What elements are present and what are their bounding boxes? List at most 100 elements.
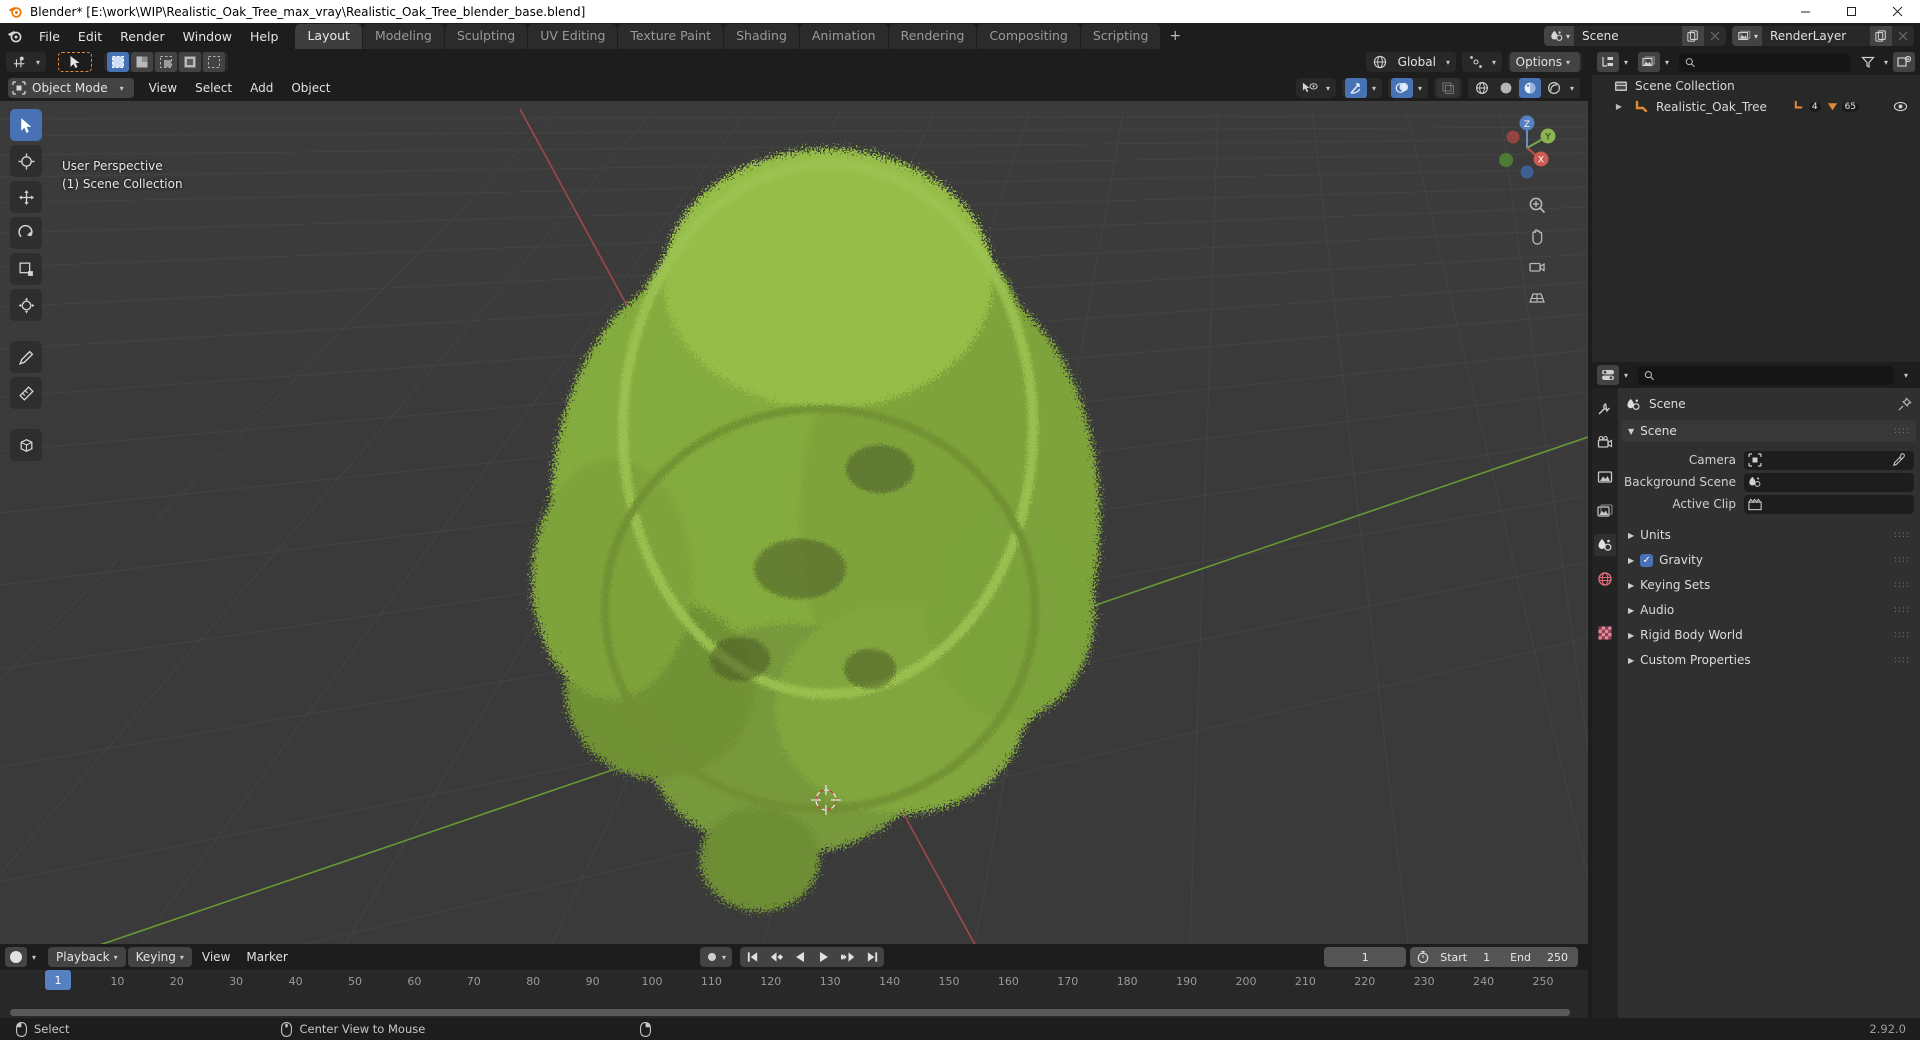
select-mode-group[interactable]: [104, 52, 229, 72]
tab-output[interactable]: [1594, 466, 1616, 488]
tab-texture-paint[interactable]: Texture Paint: [618, 23, 724, 49]
select-invert-icon[interactable]: [179, 52, 202, 72]
scene-selector[interactable]: ▾ Scene: [1543, 26, 1726, 46]
current-frame-field[interactable]: 1: [1324, 947, 1407, 967]
menu-file[interactable]: File: [30, 26, 69, 47]
gizmo-toggle-group[interactable]: ▾: [1341, 78, 1382, 98]
panel-gravity[interactable]: ▶ ✓ Gravity ::::: [1622, 549, 1916, 571]
tab-scene[interactable]: [1594, 534, 1616, 556]
snap-icon[interactable]: [9, 52, 31, 72]
solid-shading-icon[interactable]: [1495, 78, 1517, 98]
timeline-menu-marker[interactable]: Marker: [238, 947, 295, 967]
tab-world[interactable]: [1594, 568, 1616, 590]
tab-texture[interactable]: [1594, 622, 1616, 644]
eyedropper-icon[interactable]: [1892, 453, 1910, 467]
viewport-menu-add[interactable]: Add: [241, 78, 282, 98]
xray-icon[interactable]: [1436, 78, 1459, 98]
new-viewlayer-button[interactable]: [1870, 26, 1892, 46]
gizmo-chevron-down-icon[interactable]: ▾: [1368, 84, 1380, 93]
viewport-menu-select[interactable]: Select: [186, 78, 241, 98]
tab-layout[interactable]: Layout: [295, 23, 362, 49]
tab-shading[interactable]: Shading: [724, 23, 799, 49]
unlink-scene-button[interactable]: [1703, 26, 1726, 46]
timeline-ruler[interactable]: 10 20 30 40 50 60 70 80 90 100 110 120 130 140 150 160 1…: [0, 970, 1588, 996]
panel-rigid-body-world[interactable]: ▶ Rigid Body World ::::: [1622, 624, 1916, 646]
properties-type-chevron-down-icon[interactable]: ▾: [1620, 371, 1632, 380]
tab-scripting[interactable]: Scripting: [1080, 23, 1161, 49]
timeline-scroll-thumb[interactable]: [10, 1008, 1570, 1016]
timeline-menu-view[interactable]: View: [194, 947, 238, 967]
play-reverse-button[interactable]: [788, 947, 812, 967]
active-tool-indicator[interactable]: [58, 52, 93, 72]
toggle-perspective-icon[interactable]: [1526, 287, 1548, 309]
tool-add-cube[interactable]: [10, 429, 42, 461]
snap-settings-group[interactable]: ▾: [6, 52, 47, 72]
visibility-selector[interactable]: ▾: [1295, 78, 1336, 98]
outliner-display-mode-icon[interactable]: [1638, 52, 1661, 72]
tab-tool[interactable]: [1594, 398, 1616, 420]
select-box-icon[interactable]: [107, 52, 130, 72]
material-preview-shading-icon[interactable]: [1518, 78, 1541, 98]
timeline-editor-type-icon[interactable]: [5, 947, 27, 967]
properties-search-input[interactable]: [1654, 368, 1888, 382]
active-clip-field[interactable]: [1744, 494, 1914, 514]
keying-menu[interactable]: Keying ▾: [127, 947, 192, 967]
maximize-button[interactable]: [1828, 0, 1874, 23]
select-subtract-icon[interactable]: [155, 52, 178, 72]
jump-to-end-button[interactable]: [860, 947, 884, 967]
display-mode-chevron-down-icon[interactable]: ▾: [1661, 58, 1673, 67]
transform-orientation-selector[interactable]: Global ▾: [1365, 52, 1456, 72]
tab-render[interactable]: [1594, 432, 1616, 454]
viewport-menu-object[interactable]: Object: [282, 78, 339, 98]
camera-view-icon[interactable]: [1526, 256, 1548, 278]
tab-view-layer[interactable]: [1594, 500, 1616, 522]
select-intersect-icon[interactable]: [203, 52, 226, 72]
editor-type-chevron-down-icon[interactable]: ▾: [1620, 58, 1632, 67]
timeline-type-chevron-down-icon[interactable]: ▾: [28, 953, 40, 962]
tab-uv-editing[interactable]: UV Editing: [528, 23, 618, 49]
close-button[interactable]: [1874, 0, 1920, 23]
end-frame-field[interactable]: End 250: [1500, 951, 1578, 964]
tool-cursor[interactable]: [10, 145, 42, 177]
camera-field[interactable]: [1744, 450, 1914, 470]
tool-tweak[interactable]: [10, 109, 42, 141]
tab-rendering[interactable]: Rendering: [888, 23, 977, 49]
panel-keying-sets[interactable]: ▶ Keying Sets ::::: [1622, 574, 1916, 596]
scene-panel-header[interactable]: ▼ Scene ::::: [1622, 420, 1916, 442]
properties-editor-type-icon[interactable]: [1597, 365, 1619, 385]
gravity-checkbox[interactable]: ✓: [1640, 553, 1654, 567]
outliner-search-field[interactable]: [1679, 52, 1850, 72]
new-scene-button[interactable]: [1681, 26, 1704, 46]
blender-menu-icon[interactable]: [0, 28, 30, 44]
tab-modeling[interactable]: Modeling: [362, 23, 444, 49]
outliner-row-scene-collection[interactable]: Scene Collection: [1592, 75, 1920, 96]
overlays-group[interactable]: ▾: [1387, 78, 1428, 98]
viewport-options-button[interactable]: Options ▾: [1509, 52, 1580, 72]
tool-annotate[interactable]: [10, 341, 42, 373]
panel-audio[interactable]: ▶ Audio ::::: [1622, 599, 1916, 621]
pin-icon[interactable]: [1897, 396, 1912, 412]
snap-chevron-down-icon[interactable]: ▾: [32, 58, 44, 67]
tool-rotate[interactable]: [10, 217, 42, 249]
use-preview-range-icon[interactable]: [1410, 950, 1430, 964]
tab-compositing[interactable]: Compositing: [977, 23, 1080, 49]
next-keyframe-button[interactable]: [836, 947, 860, 967]
eye-cursor-icon[interactable]: [1299, 78, 1321, 98]
pivot-chevron-down-icon[interactable]: ▾: [1488, 58, 1500, 67]
viewlayer-selector[interactable]: ▾ RenderLayer: [1731, 26, 1914, 46]
filter-icon[interactable]: [1857, 52, 1879, 72]
tool-measure[interactable]: [10, 377, 42, 409]
wireframe-shading-icon[interactable]: [1471, 78, 1493, 98]
orientation-chevron-down-icon[interactable]: ▾: [1442, 58, 1454, 67]
visibility-eye-icon[interactable]: [1893, 99, 1920, 114]
tool-transform[interactable]: [10, 289, 42, 321]
timeline-playhead[interactable]: 1: [45, 970, 71, 990]
menu-window[interactable]: Window: [174, 26, 241, 47]
select-extend-icon[interactable]: [131, 52, 154, 72]
xray-toggle[interactable]: [1433, 78, 1462, 98]
rendered-shading-icon[interactable]: [1543, 78, 1565, 98]
add-workspace-button[interactable]: +: [1161, 24, 1189, 48]
panel-custom-properties[interactable]: ▶ Custom Properties ::::: [1622, 649, 1916, 671]
overlays-icon[interactable]: [1390, 78, 1413, 98]
menu-edit[interactable]: Edit: [69, 26, 111, 47]
